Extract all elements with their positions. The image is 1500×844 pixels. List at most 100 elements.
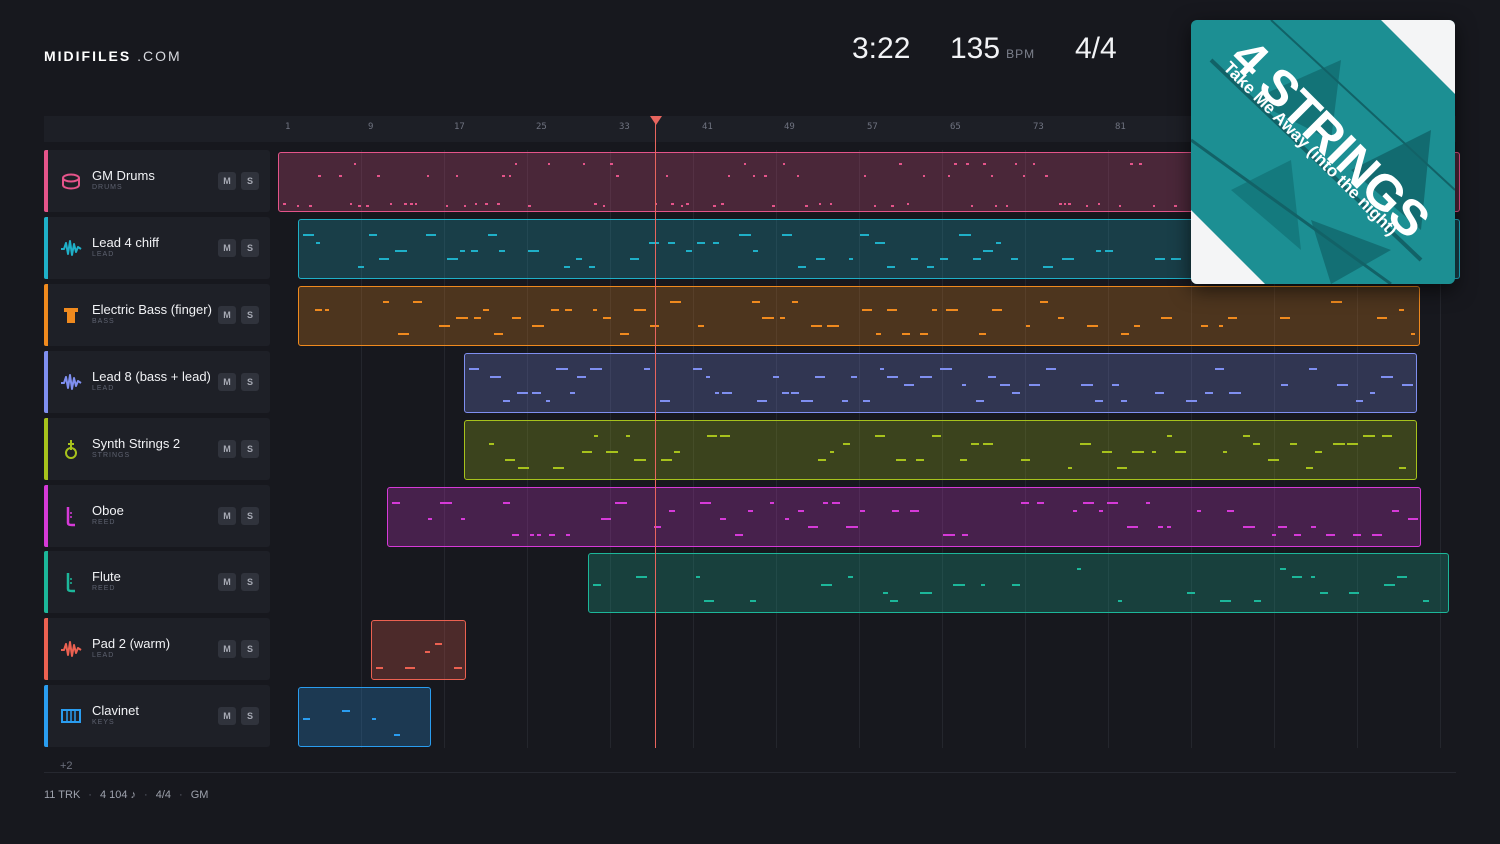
reed-icon xyxy=(60,505,82,527)
track-name: Electric Bass (finger) xyxy=(92,302,212,317)
track-name: Flute xyxy=(92,569,121,584)
mute-button[interactable]: M xyxy=(218,172,236,190)
footer-track-count: 11 TRK xyxy=(44,789,81,801)
track-category: LEAD xyxy=(92,385,115,392)
track-name: GM Drums xyxy=(92,168,155,183)
midi-clip-4[interactable] xyxy=(464,420,1417,480)
track-header-6[interactable]: Flute REED M S xyxy=(44,551,270,613)
ruler-tick: 9 xyxy=(368,122,374,132)
solo-button[interactable]: S xyxy=(241,507,259,525)
ruler-tick: 41 xyxy=(702,122,713,132)
clip-notes xyxy=(376,643,462,669)
footer-separator: · xyxy=(144,789,148,801)
track-color-bar xyxy=(44,418,48,480)
track-header-3[interactable]: Lead 8 (bass + lead) LEAD M S xyxy=(44,351,270,413)
album-cover: 4 STRINGS Take Me Away (into the night) xyxy=(1191,20,1455,284)
midi-clip-5[interactable] xyxy=(387,487,1421,547)
track-header-0[interactable]: GM Drums DRUMS M S xyxy=(44,150,270,212)
more-tracks-indicator[interactable]: +2 xyxy=(60,760,73,772)
track-header-7[interactable]: Pad 2 (warm) LEAD M S xyxy=(44,618,270,680)
bass-icon xyxy=(60,304,82,326)
track-color-bar xyxy=(44,485,48,547)
mute-button[interactable]: M xyxy=(218,573,236,591)
track-header-1[interactable]: Lead 4 chiff LEAD M S xyxy=(44,217,270,279)
album-title: Take Me Away (into the night) xyxy=(1219,57,1402,240)
track-category: LEAD xyxy=(92,251,115,258)
song-duration: 3:22 xyxy=(852,32,911,65)
ruler-tick: 81 xyxy=(1115,122,1126,132)
track-color-bar xyxy=(44,618,48,680)
track-name: Lead 4 chiff xyxy=(92,235,159,250)
track-header-8[interactable]: Clavinet KEYS M S xyxy=(44,685,270,747)
midi-clip-8[interactable] xyxy=(298,687,431,747)
track-header-5[interactable]: Oboe REED M S xyxy=(44,485,270,547)
solo-button[interactable]: S xyxy=(241,707,259,725)
track-color-bar xyxy=(44,551,48,613)
track-color-bar xyxy=(44,284,48,346)
solo-button[interactable]: S xyxy=(241,373,259,391)
clip-notes xyxy=(392,502,1418,536)
tempo-unit: BPM xyxy=(1006,47,1036,61)
solo-button[interactable]: S xyxy=(241,640,259,658)
tempo-display: 135 BPM xyxy=(950,32,1035,66)
solo-button[interactable]: S xyxy=(241,440,259,458)
track-category: KEYS xyxy=(92,719,115,726)
playhead[interactable] xyxy=(655,120,656,748)
solo-button[interactable]: S xyxy=(241,573,259,591)
track-color-bar xyxy=(44,351,48,413)
clip-notes xyxy=(303,710,400,736)
mute-button[interactable]: M xyxy=(218,707,236,725)
mute-button[interactable]: M xyxy=(218,440,236,458)
midi-clip-6[interactable] xyxy=(588,553,1449,613)
track-name: Pad 2 (warm) xyxy=(92,636,171,651)
track-category: REED xyxy=(92,585,116,592)
ruler-tick: 73 xyxy=(1033,122,1044,132)
keyboard-icon xyxy=(60,705,82,727)
footer-stats: 11 TRK · 4 104 ♪ · 4/4 · GM xyxy=(44,789,208,801)
mute-button[interactable]: M xyxy=(218,373,236,391)
ruler-tick: 49 xyxy=(784,122,795,132)
track-header-2[interactable]: Electric Bass (finger) BASS M S xyxy=(44,284,270,346)
track-category: DRUMS xyxy=(92,184,123,191)
track-category: REED xyxy=(92,519,116,526)
clip-notes xyxy=(315,301,1415,335)
track-name: Synth Strings 2 xyxy=(92,436,181,451)
clip-notes xyxy=(489,435,1406,469)
mute-button[interactable]: M xyxy=(218,507,236,525)
footer-separator: · xyxy=(179,789,183,801)
waveform-icon xyxy=(60,237,82,259)
ruler-tick: 1 xyxy=(285,122,291,132)
ruler-tick: 57 xyxy=(867,122,878,132)
midi-clip-7[interactable] xyxy=(371,620,466,680)
album-artist: 4 STRINGS xyxy=(1220,28,1441,249)
track-category: LEAD xyxy=(92,652,115,659)
solo-button[interactable]: S xyxy=(241,172,259,190)
track-header-4[interactable]: Synth Strings 2 STRINGS M S xyxy=(44,418,270,480)
tempo-value: 135 xyxy=(950,32,1001,65)
footer-divider xyxy=(44,772,1456,773)
midi-clip-2[interactable] xyxy=(298,286,1420,346)
ruler-tick: 25 xyxy=(536,122,547,132)
playhead-handle[interactable] xyxy=(650,116,662,125)
clip-notes xyxy=(593,568,1429,602)
midi-clip-3[interactable] xyxy=(464,353,1417,413)
solo-button[interactable]: S xyxy=(241,239,259,257)
track-category: STRINGS xyxy=(92,452,131,459)
ruler-tick: 33 xyxy=(619,122,630,132)
drum-icon xyxy=(60,170,82,192)
brand-bold: MIDIFILES xyxy=(44,48,132,64)
ruler-tick: 17 xyxy=(454,122,465,132)
track-category: BASS xyxy=(92,318,115,325)
album-cover-text: 4 STRINGS Take Me Away (into the night) xyxy=(1191,20,1455,284)
mute-button[interactable]: M xyxy=(218,640,236,658)
ruler-tick: 65 xyxy=(950,122,961,132)
mute-button[interactable]: M xyxy=(218,306,236,324)
solo-button[interactable]: S xyxy=(241,306,259,324)
track-name: Clavinet xyxy=(92,703,139,718)
track-name: Oboe xyxy=(92,503,124,518)
waveform-icon xyxy=(60,371,82,393)
footer-signature: 4/4 xyxy=(155,789,172,801)
brand-light: .COM xyxy=(137,48,182,64)
brand-logo: MIDIFILES .COM xyxy=(44,48,182,64)
mute-button[interactable]: M xyxy=(218,239,236,257)
